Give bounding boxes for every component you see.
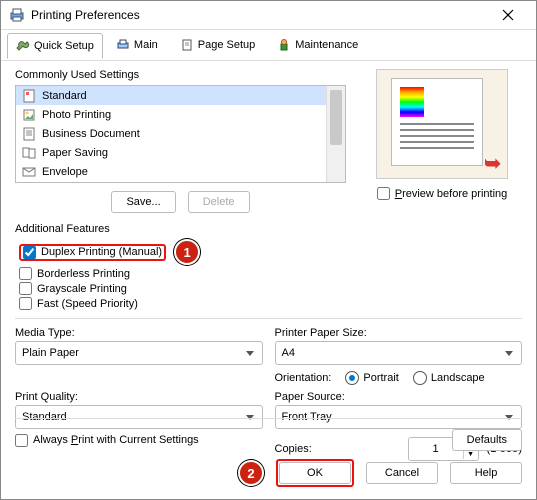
save-button-label: Save... bbox=[126, 196, 160, 208]
media-type-value: Plain Paper bbox=[22, 347, 79, 359]
radio-on-icon bbox=[345, 371, 359, 385]
list-item-label: Photo Printing bbox=[42, 109, 111, 121]
commonly-used-label: Commonly Used Settings bbox=[15, 69, 346, 81]
photo-icon bbox=[22, 108, 36, 122]
list-item-label: Business Document bbox=[42, 128, 140, 140]
ok-button-label: OK bbox=[307, 467, 323, 479]
defaults-button[interactable]: Defaults bbox=[452, 429, 522, 451]
tab-label: Main bbox=[134, 39, 158, 51]
tab-label: Quick Setup bbox=[34, 40, 94, 52]
paper-source-label: Paper Source: bbox=[275, 391, 523, 403]
defaults-button-label: Defaults bbox=[467, 434, 507, 446]
orientation-portrait-label: Portrait bbox=[363, 372, 398, 384]
media-type-label: Media Type: bbox=[15, 327, 263, 339]
paper-saving-icon bbox=[22, 146, 36, 160]
list-item-label: Paper Saving bbox=[42, 147, 108, 159]
tab-main[interactable]: Main bbox=[107, 32, 167, 58]
flip-arrow-icon: ➥ bbox=[484, 151, 501, 176]
print-quality-label: Print Quality: bbox=[15, 391, 263, 403]
tab-quick-setup[interactable]: Quick Setup bbox=[7, 33, 103, 59]
annotation-badge-2: 2 bbox=[238, 460, 264, 486]
business-doc-icon bbox=[22, 127, 36, 141]
preview-thumbnail: ➥ bbox=[376, 69, 508, 179]
preview-checkbox-label: Preview before printing bbox=[395, 188, 508, 200]
envelope-icon bbox=[22, 165, 36, 179]
tab-panel: Commonly Used Settings Standard Photo Pr… bbox=[1, 59, 536, 499]
orientation-portrait-radio[interactable]: Portrait bbox=[345, 371, 398, 385]
printing-preferences-window: Printing Preferences Quick Setup Main Pa… bbox=[0, 0, 537, 500]
ok-button[interactable]: OK bbox=[279, 462, 351, 484]
annotation-badge-1: 1 bbox=[174, 239, 200, 265]
list-item-envelope[interactable]: Envelope bbox=[16, 162, 345, 181]
list-item-photo[interactable]: Photo Printing bbox=[16, 105, 345, 124]
duplex-printing-label: Duplex Printing (Manual) bbox=[41, 246, 162, 258]
additional-features-label: Additional Features bbox=[15, 223, 522, 235]
list-item-business[interactable]: Business Document bbox=[16, 124, 345, 143]
paper-size-value: A4 bbox=[282, 347, 295, 359]
delete-button[interactable]: Delete bbox=[188, 191, 250, 213]
maintenance-icon bbox=[277, 38, 291, 52]
commonly-used-list[interactable]: Standard Photo Printing Business Documen… bbox=[15, 85, 346, 183]
list-item-label: Standard bbox=[42, 90, 87, 102]
radio-off-icon bbox=[413, 371, 427, 385]
close-icon bbox=[502, 9, 514, 21]
always-print-label: Always Print with Current Settings bbox=[33, 434, 199, 446]
titlebar: Printing Preferences bbox=[1, 1, 536, 30]
save-button[interactable]: Save... bbox=[111, 191, 175, 213]
media-type-select[interactable]: Plain Paper bbox=[15, 341, 263, 365]
orientation-label: Orientation: bbox=[275, 372, 332, 384]
duplex-printing-checkbox[interactable] bbox=[23, 246, 36, 259]
fast-priority-checkbox[interactable] bbox=[19, 297, 32, 310]
scrollbar-thumb[interactable] bbox=[330, 90, 342, 145]
close-button[interactable] bbox=[488, 3, 528, 27]
printer-small-icon bbox=[116, 38, 130, 52]
paper-size-label: Printer Paper Size: bbox=[275, 327, 523, 339]
cancel-button[interactable]: Cancel bbox=[366, 462, 438, 484]
list-item-label: Envelope bbox=[42, 166, 88, 178]
wrench-icon bbox=[16, 39, 30, 53]
paper-size-select[interactable]: A4 bbox=[275, 341, 523, 365]
list-item-paper-saving[interactable]: Paper Saving bbox=[16, 143, 345, 162]
grayscale-printing-checkbox[interactable] bbox=[19, 282, 32, 295]
fast-priority-label: Fast (Speed Priority) bbox=[37, 298, 138, 310]
list-item-standard[interactable]: Standard bbox=[16, 86, 345, 105]
help-button-label: Help bbox=[475, 467, 498, 479]
grayscale-printing-label: Grayscale Printing bbox=[37, 283, 127, 295]
tab-maintenance[interactable]: Maintenance bbox=[268, 32, 367, 58]
tab-label: Maintenance bbox=[295, 39, 358, 51]
printer-icon bbox=[9, 7, 25, 23]
page-icon bbox=[180, 38, 194, 52]
orientation-landscape-label: Landscape bbox=[431, 372, 485, 384]
preview-before-printing-checkbox[interactable] bbox=[377, 187, 390, 200]
tab-bar: Quick Setup Main Page Setup Maintenance bbox=[1, 30, 536, 61]
borderless-printing-label: Borderless Printing bbox=[37, 268, 130, 280]
orientation-landscape-radio[interactable]: Landscape bbox=[413, 371, 485, 385]
tab-label: Page Setup bbox=[198, 39, 256, 51]
always-print-checkbox[interactable] bbox=[15, 434, 28, 447]
cancel-button-label: Cancel bbox=[385, 467, 419, 479]
window-title: Printing Preferences bbox=[31, 8, 488, 22]
help-button[interactable]: Help bbox=[450, 462, 522, 484]
tab-page-setup[interactable]: Page Setup bbox=[171, 32, 265, 58]
doc-icon bbox=[22, 89, 36, 103]
borderless-printing-checkbox[interactable] bbox=[19, 267, 32, 280]
delete-button-label: Delete bbox=[203, 196, 235, 208]
scrollbar[interactable] bbox=[326, 86, 345, 182]
